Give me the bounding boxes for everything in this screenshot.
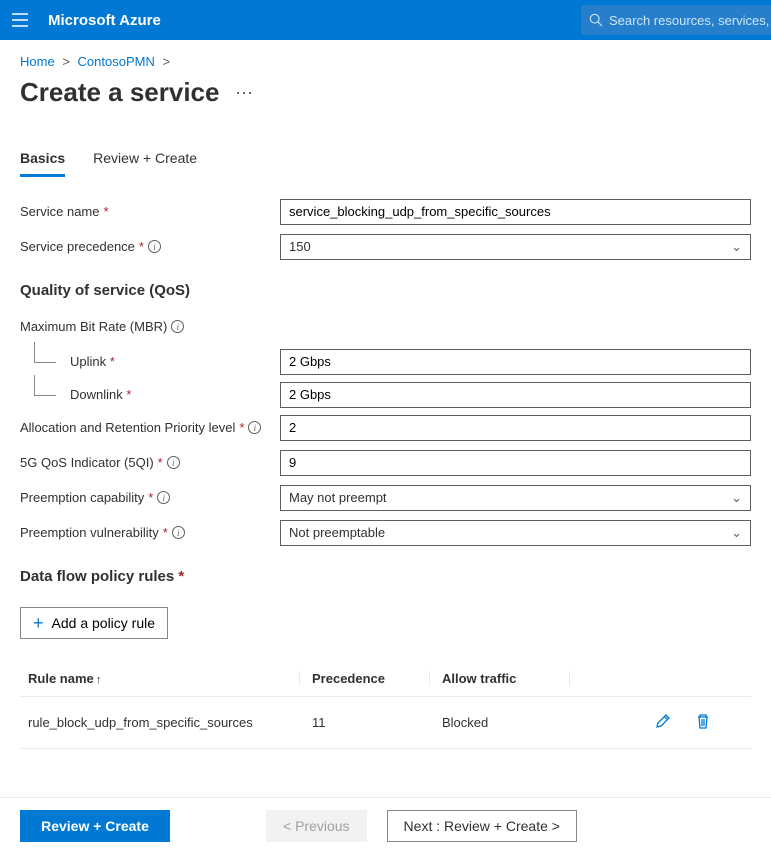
review-create-button[interactable]: Review + Create [20,810,170,842]
chevron-down-icon: ⌄ [731,525,742,541]
chevron-right-icon: > [162,54,170,69]
info-icon[interactable]: i [148,240,161,253]
basics-form: Service name* Service precedence* i 150 … [20,198,751,749]
data-flow-rules-heading: Data flow policy rules * [20,568,751,585]
tree-connector-icon [34,383,62,407]
top-nav-bar: Microsoft Azure [0,0,771,40]
col-rule-name[interactable]: Rule name↑ [20,671,300,686]
arp-label: Allocation and Retention Priority level*… [20,420,280,435]
previous-button: < Previous [266,810,367,842]
chevron-down-icon: ⌄ [731,239,742,255]
preemption-vulnerability-select[interactable]: Not preemptable ⌄ [280,520,751,546]
global-search-box[interactable] [581,5,771,35]
info-icon[interactable]: i [167,456,180,469]
tabs: Basics Review + Create [20,150,751,178]
wizard-footer: Review + Create < Previous Next : Review… [0,797,771,854]
breadcrumb: Home > ContosoPMN > [20,54,751,69]
chevron-right-icon: > [62,54,70,69]
chevron-down-icon: ⌄ [731,490,742,506]
downlink-label: Downlink * [70,387,280,402]
cell-allow-traffic: Blocked [430,715,570,730]
service-precedence-value: 150 [289,239,311,254]
breadcrumb-contosopmn[interactable]: ContosoPMN [78,54,155,69]
brand-title: Microsoft Azure [40,12,161,29]
downlink-input[interactable] [280,382,751,408]
trash-icon [695,713,711,729]
service-name-input[interactable] [280,199,751,225]
more-actions-button[interactable]: ⋯ [235,83,253,104]
preemption-vulnerability-label: Preemption vulnerability* i [20,525,280,540]
arp-input[interactable] [280,415,751,441]
col-precedence[interactable]: Precedence [300,671,430,686]
add-policy-rule-button[interactable]: + Add a policy rule [20,607,168,639]
breadcrumb-home[interactable]: Home [20,54,55,69]
preemption-capability-select[interactable]: May not preempt ⌄ [280,485,751,511]
sort-asc-icon: ↑ [96,674,102,686]
service-precedence-label: Service precedence* i [20,239,280,254]
fiveqi-label: 5G QoS Indicator (5QI)* i [20,455,280,470]
preemption-capability-label: Preemption capability* i [20,490,280,505]
info-icon[interactable]: i [248,421,261,434]
fiveqi-input[interactable] [280,450,751,476]
delete-rule-button[interactable] [695,713,711,732]
qos-heading: Quality of service (QoS) [20,282,751,299]
add-policy-rule-label: Add a policy rule [52,615,156,631]
preemption-capability-value: May not preempt [289,490,387,505]
page-title: Create a service [20,77,219,108]
hamburger-icon [12,13,28,27]
preemption-vulnerability-value: Not preemptable [289,525,385,540]
info-icon[interactable]: i [157,491,170,504]
plus-icon: + [33,614,44,632]
tab-review-create[interactable]: Review + Create [93,150,197,177]
uplink-label: Uplink * [70,354,280,369]
tab-basics[interactable]: Basics [20,150,65,177]
search-icon [589,13,603,27]
table-row: rule_block_udp_from_specific_sources 11 … [20,697,751,749]
col-allow-traffic[interactable]: Allow traffic [430,671,570,686]
info-icon[interactable]: i [171,320,184,333]
pencil-icon [655,713,671,729]
uplink-input[interactable] [280,349,751,375]
mbr-label: Maximum Bit Rate (MBR) i [20,319,280,334]
service-precedence-select[interactable]: 150 ⌄ [280,234,751,260]
hamburger-menu-button[interactable] [0,13,40,27]
service-name-label: Service name* [20,204,280,219]
tree-connector-icon [34,350,62,374]
global-search-input[interactable] [609,13,769,28]
info-icon[interactable]: i [172,526,185,539]
cell-precedence: 11 [300,715,430,730]
cell-rule-name: rule_block_udp_from_specific_sources [20,715,300,730]
next-button[interactable]: Next : Review + Create > [387,810,577,842]
page-content: Home > ContosoPMN > Create a service ⋯ B… [0,40,771,819]
rules-table: Rule name↑ Precedence Allow traffic rule… [20,661,751,749]
edit-rule-button[interactable] [655,713,671,732]
